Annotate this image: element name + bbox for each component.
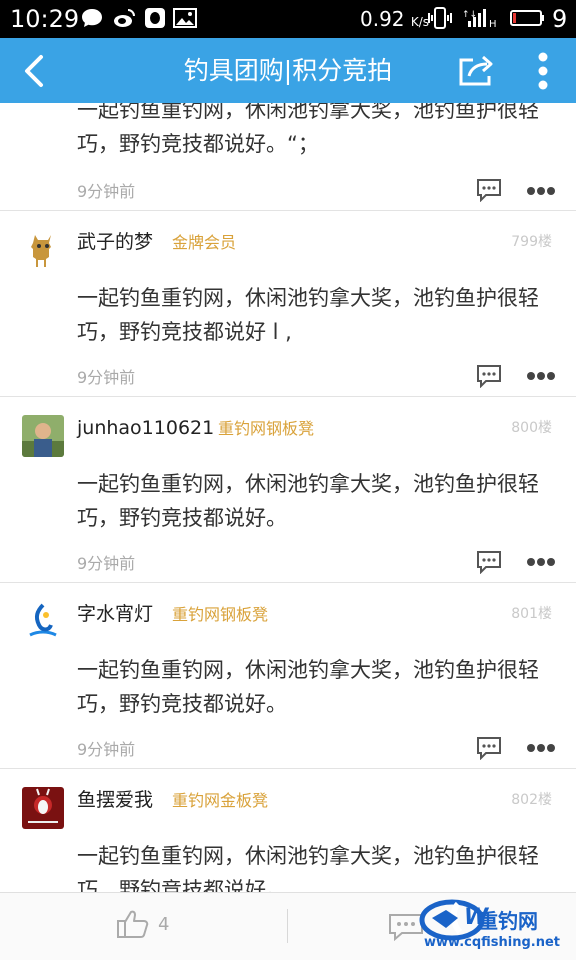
member-badge: 重钓网金板凳 <box>172 791 269 810</box>
svg-text:H: H <box>489 19 497 29</box>
signal-icon: ↑↓H <box>462 9 497 29</box>
post-content: 一起钓鱼重钓网，休闲池钓拿大奖，池钓鱼护很轻巧，野钓竞技都说好。 <box>77 472 539 530</box>
app-header: 钓具团购|积分竞拍 <box>0 38 576 103</box>
status-bar: 10:29 0.92 K/s ↑↓ H 9 <box>0 0 576 38</box>
more-icon[interactable] <box>526 740 556 756</box>
reply-icon[interactable] <box>476 736 502 760</box>
gallery-icon <box>173 8 197 28</box>
weibo-icon <box>114 9 135 27</box>
avatar[interactable] <box>22 229 64 271</box>
post-time: 9分钟前 <box>77 182 136 201</box>
floor-number: 802楼 <box>511 792 552 808</box>
floor-number: 801楼 <box>511 606 552 622</box>
avatar[interactable] <box>22 787 64 829</box>
username[interactable]: 鱼摆爱我 <box>77 785 153 815</box>
vibrate-icon <box>428 7 452 29</box>
reply-icon[interactable] <box>476 178 502 202</box>
username[interactable]: 字水宵灯 <box>77 599 153 629</box>
avatar[interactable] <box>22 601 64 643</box>
list-item: junhao110621 重钓网钢板凳 800楼 一起钓鱼重钓网，休闲池钓拿大奖… <box>0 397 576 583</box>
username[interactable]: junhao110621 <box>77 413 214 443</box>
post-time: 9分钟前 <box>77 368 136 387</box>
battery-icon <box>510 10 544 26</box>
more-icon[interactable] <box>526 183 556 199</box>
floor-number: 800楼 <box>511 420 552 436</box>
list-item: 字水宵灯 重钓网钢板凳 801楼 一起钓鱼重钓网，休闲池钓拿大奖，池钓鱼护很轻巧… <box>0 583 576 769</box>
avatar[interactable] <box>22 415 64 457</box>
thumbs-up-icon <box>117 910 149 938</box>
more-menu-button[interactable] <box>525 38 561 103</box>
more-vertical-icon <box>538 52 548 89</box>
network-speed: 0.92 K/s <box>360 7 430 31</box>
like-count: 4 <box>158 913 170 935</box>
post-content: 一起钓鱼重钓网，休闲池钓拿大奖，池钓鱼护很轻巧，野钓竞技都说好。 <box>77 844 539 892</box>
like-button[interactable]: 4 <box>116 909 169 939</box>
post-time: 9分钟前 <box>77 554 136 573</box>
battery-level: 9 <box>552 5 568 33</box>
list-item: 一起钓鱼重钓网，休闲池钓拿大奖，池钓鱼护很轻巧，野钓竞技都说好。“； 9分钟前 <box>0 103 576 211</box>
post-content: 一起钓鱼重钓网，休闲池钓拿大奖，池钓鱼护很轻巧，野钓竞技都说好。 <box>77 658 539 716</box>
post-content: 一起钓鱼重钓网，休闲池钓拿大奖，池钓鱼护很轻巧，野钓竞技都说好。“； <box>77 103 539 156</box>
qq-icon <box>145 8 165 28</box>
member-badge: 金牌会员 <box>172 233 237 252</box>
post-content: 一起钓鱼重钓网，休闲池钓拿大奖，池钓鱼护很轻巧，野钓竞技都说好 l , <box>77 286 539 344</box>
status-time: 10:29 <box>10 5 80 33</box>
floor-number: 799楼 <box>511 234 552 250</box>
share-icon <box>459 55 493 85</box>
list-item: 武子的梦 金牌会员 799楼 一起钓鱼重钓网，休闲池钓拿大奖，池钓鱼护很轻巧，野… <box>0 211 576 397</box>
watermark-url: www.cqfishing.net <box>424 935 561 950</box>
more-icon[interactable] <box>526 554 556 570</box>
member-badge: 重钓网钢板凳 <box>218 419 315 438</box>
username[interactable]: 武子的梦 <box>77 227 153 257</box>
post-time: 9分钟前 <box>77 740 136 759</box>
more-icon[interactable] <box>526 368 556 384</box>
watermark-brand: 重钓网 <box>478 909 538 933</box>
divider <box>287 909 288 943</box>
message-icon <box>82 9 102 27</box>
reply-icon[interactable] <box>476 364 502 388</box>
list-item: 鱼摆爱我 重钓网金板凳 802楼 一起钓鱼重钓网，休闲池钓拿大奖，池钓鱼护很轻巧… <box>0 769 576 892</box>
reply-feed[interactable]: 一起钓鱼重钓网，休闲池钓拿大奖，池钓鱼护很轻巧，野钓竞技都说好。“； 9分钟前 … <box>0 103 576 892</box>
member-badge: 重钓网钢板凳 <box>172 605 269 624</box>
reply-icon[interactable] <box>476 550 502 574</box>
share-button[interactable] <box>455 38 499 103</box>
